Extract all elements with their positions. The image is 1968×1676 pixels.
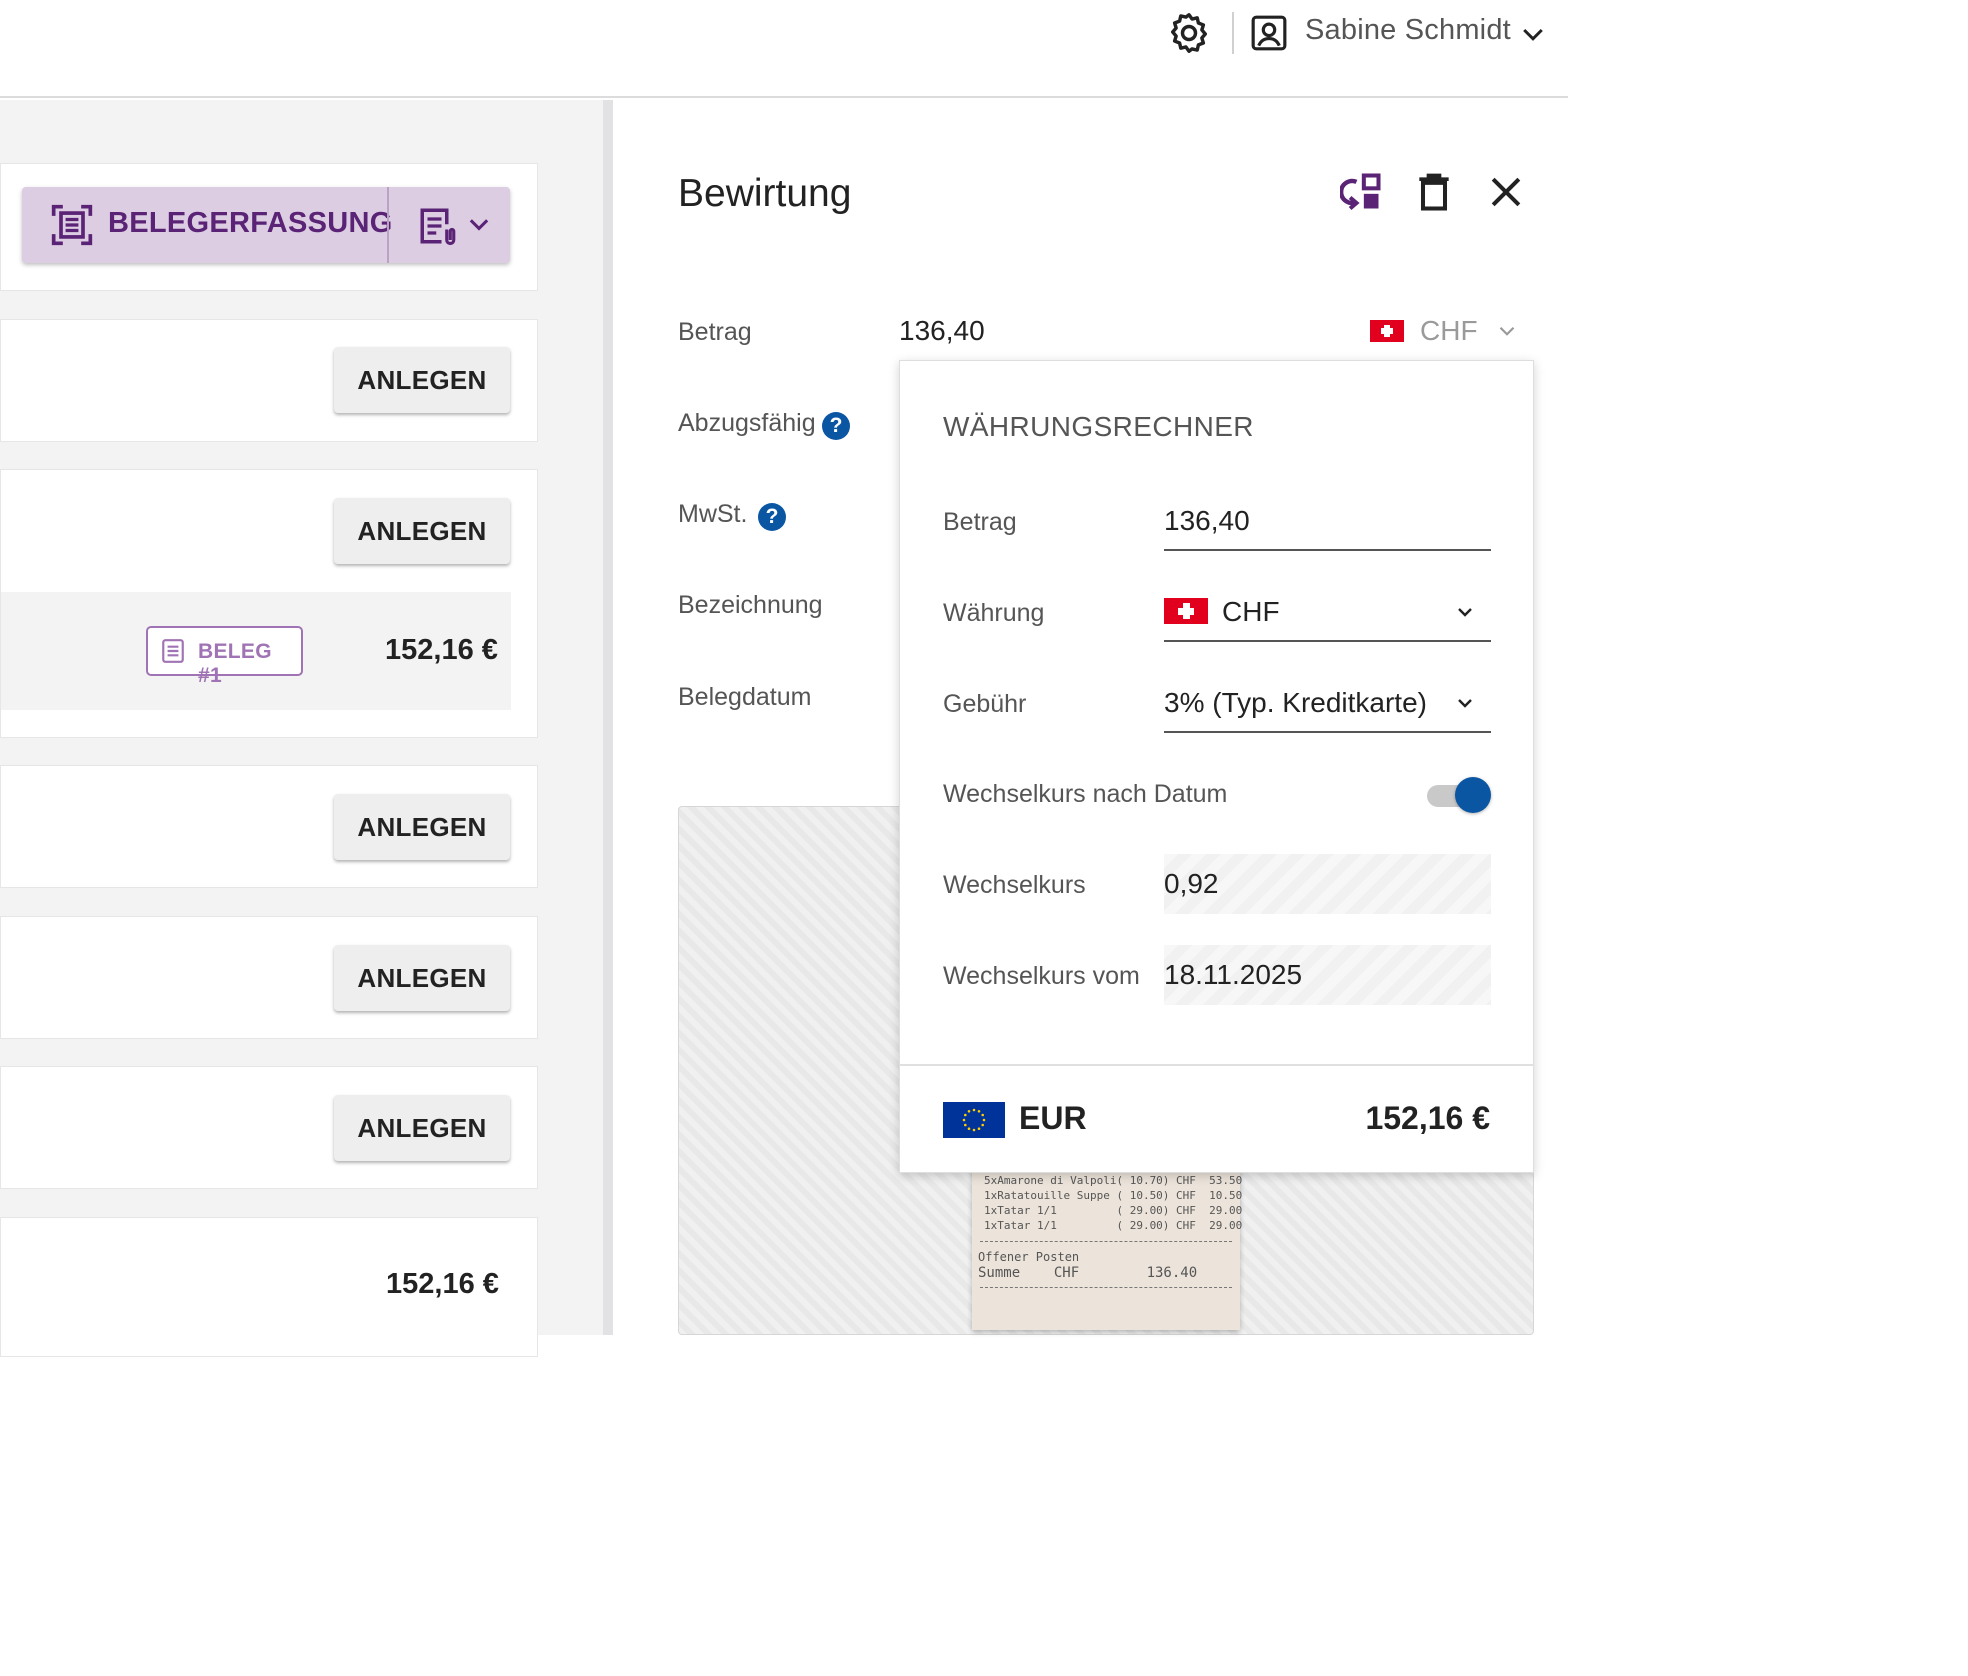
receipt-chip-label: BELEG #1 (198, 640, 272, 687)
eu-flag-icon (943, 1102, 1005, 1138)
receipt-line: 1xTatar 1/1 ( 29.00) CHF 29.00 (984, 1204, 1243, 1217)
toggle-knob (1455, 777, 1491, 813)
converter-amount-value: 136,40 (1164, 505, 1250, 536)
receipt-divider (980, 1241, 1232, 1242)
create-button[interactable]: ANLEGEN (334, 794, 510, 860)
receipt-line: 5xAmarone di Valpoli( 10.70) CHF 53.50 (984, 1174, 1243, 1187)
list-card: ANLEGEN (0, 916, 538, 1039)
list-card: ANLEGEN (0, 765, 538, 888)
capture-button-label: BELEGERFASSUNG (108, 207, 393, 239)
exchange-rate-date-field: 18.11.2025 (1164, 945, 1491, 1005)
rate-by-date-toggle[interactable] (1427, 777, 1491, 813)
top-bar: Sabine Schmidt (0, 0, 1568, 98)
receipt-image: 5xAmarone di Valpoli( 10.70) CHF 53.50 1… (972, 1168, 1243, 1330)
create-button[interactable]: ANLEGEN (334, 347, 510, 413)
exchange-rate-field: 0,92 (1164, 854, 1491, 914)
converter-label-toggle: Wechselkurs nach Datum (943, 780, 1228, 808)
user-name[interactable]: Sabine Schmidt (1305, 14, 1511, 47)
exchange-rate-value: 0,92 (1164, 868, 1219, 899)
page-title: Bewirtung (678, 172, 852, 215)
header-divider (1232, 12, 1234, 54)
list-card: ANLEGEN (0, 1066, 538, 1189)
list-card: ANLEGEN (0, 319, 538, 442)
receipt-chip[interactable]: BELEG #1 (146, 626, 303, 687)
total-amount: 152,16 € (386, 1268, 499, 1300)
field-label-abzugsfaehig: Abzugsfähig (678, 409, 816, 437)
list-card: 152,16 € (0, 1217, 538, 1357)
receipt-open-label: Offener Posten (978, 1250, 1080, 1264)
converter-label-betrag: Betrag (943, 508, 1017, 536)
field-label-bezeichnung: Bezeichnung (678, 591, 823, 619)
swap-layout-icon[interactable] (1340, 170, 1384, 214)
list-pane: BELEGERFASSUNG ANLEGEN ANLEGEN BELEG #1 … (0, 100, 603, 1357)
create-button[interactable]: ANLEGEN (334, 945, 510, 1011)
receipt-row[interactable]: BELEG #1 152,16 € (1, 592, 511, 710)
converter-fee-value: 3% (Typ. Kreditkarte) (1164, 687, 1427, 718)
chevron-down-icon[interactable] (1494, 318, 1520, 344)
converter-currency-value: CHF (1222, 596, 1280, 627)
field-label-betrag: Betrag (678, 318, 752, 346)
capture-button[interactable]: BELEGERFASSUNG (22, 187, 392, 263)
converter-label-gebuehr: Gebühr (943, 690, 1027, 718)
user-icon[interactable] (1250, 14, 1288, 52)
converter-label-kurs-datum: Wechselkurs vom (943, 962, 1140, 990)
chevron-down-icon[interactable] (1518, 20, 1548, 50)
receipt-divider (980, 1287, 1232, 1288)
exchange-rate-date-value: 18.11.2025 (1164, 959, 1303, 990)
list-card: ANLEGEN BELEG #1 152,16 € (0, 469, 538, 738)
chevron-down-icon (469, 219, 489, 231)
document-icon (162, 639, 184, 663)
converter-label-waehrung: Währung (943, 599, 1045, 627)
currency-select[interactable]: CHF (1420, 315, 1478, 347)
swiss-flag-icon (1164, 598, 1208, 624)
help-icon[interactable]: ? (822, 412, 850, 440)
amount-input[interactable]: 136,40 (899, 315, 985, 347)
swiss-flag-icon (1370, 320, 1404, 342)
gear-icon[interactable] (1166, 10, 1212, 56)
converter-fee-select[interactable]: 3% (Typ. Kreditkarte) (1164, 673, 1491, 733)
result-currency: EUR (1019, 1100, 1087, 1136)
receipt-line: 1xRatatouille Suppe ( 10.50) CHF 10.50 (984, 1189, 1243, 1202)
receipt-line: 1xTatar 1/1 ( 29.00) CHF 29.00 (984, 1219, 1243, 1232)
field-label-belegdatum: Belegdatum (678, 683, 812, 711)
document-scan-icon (51, 204, 93, 246)
pane-divider[interactable] (603, 100, 613, 1335)
converter-title: WÄHRUNGSRECHNER (943, 411, 1254, 442)
converter-result: EUR 152,16 € (900, 1064, 1533, 1172)
capture-menu-button[interactable] (389, 187, 510, 263)
receipt-sum: Summe CHF 136.40 (978, 1265, 1198, 1281)
close-icon[interactable] (1484, 170, 1528, 214)
help-icon[interactable]: ? (758, 503, 786, 531)
document-attachment-icon (420, 208, 456, 246)
create-button[interactable]: ANLEGEN (334, 498, 510, 564)
chevron-down-icon (1458, 699, 1472, 708)
result-amount: 152,16 € (1365, 1100, 1490, 1136)
chevron-down-icon (1458, 608, 1472, 617)
converter-currency-select[interactable]: CHF (1164, 582, 1491, 642)
capture-card: BELEGERFASSUNG (0, 163, 538, 291)
field-label-mwst: MwSt. (678, 500, 748, 528)
converter-label-kurs: Wechselkurs (943, 871, 1086, 899)
capture-split-button: BELEGERFASSUNG (22, 187, 510, 263)
currency-converter-popover: WÄHRUNGSRECHNER Betrag 136,40 Währung CH… (899, 360, 1534, 1173)
delete-icon[interactable] (1412, 170, 1456, 214)
receipt-amount: 152,16 € (385, 634, 498, 666)
converter-amount-input[interactable]: 136,40 (1164, 491, 1491, 551)
create-button[interactable]: ANLEGEN (334, 1095, 510, 1161)
